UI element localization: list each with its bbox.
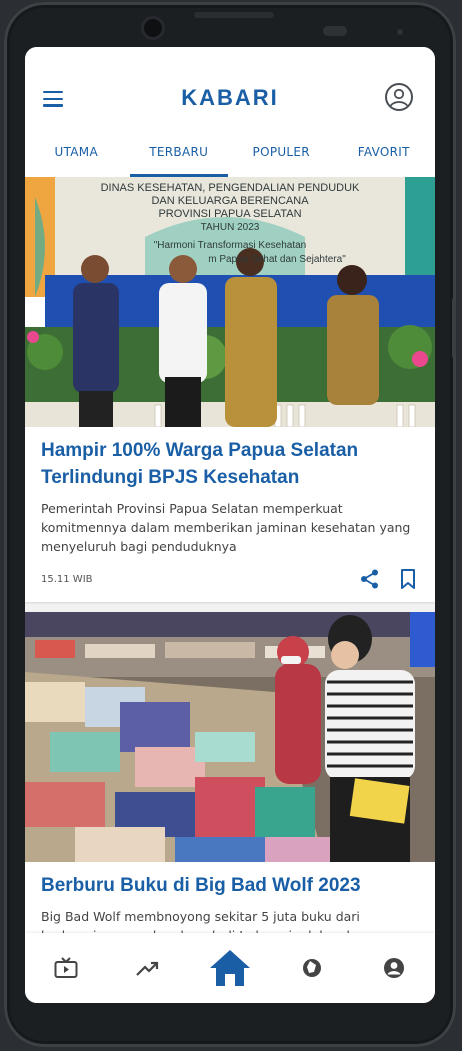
tab-terbaru[interactable]: TERBARU [128, 135, 231, 177]
nav-explore[interactable] [271, 957, 353, 979]
banner-line-3: PROVINSI PAPUA SELATAN [158, 208, 301, 220]
banner-line-1: DINAS KESEHATAN, PENGENDALIAN PENDUDUK [101, 182, 360, 194]
top-bar: KABARI UTAMA TERBARU POPULER FAVORIT [25, 47, 435, 177]
banner-line-4: TAHUN 2023 [201, 222, 260, 233]
bookmark-icon[interactable] [397, 568, 419, 590]
article-title[interactable]: Berburu Buku di Big Bad Wolf 2023 [25, 862, 435, 899]
side-button [452, 298, 456, 358]
banner-line-2: DAN KELUARGA BERENCANA [151, 195, 309, 207]
article-card[interactable]: DINAS KESEHATAN, PENGENDALIAN PENDUDUK D… [25, 177, 435, 602]
explore-icon [303, 959, 321, 977]
article-excerpt: Pemerintah Provinsi Papua Selatan memper… [41, 501, 411, 554]
sensor [397, 29, 403, 35]
user-icon[interactable] [385, 83, 413, 111]
notch [194, 12, 274, 18]
article-footer: 15.11 WIB [25, 556, 435, 602]
article-image[interactable] [25, 612, 435, 862]
app-screen: KABARI UTAMA TERBARU POPULER FAVORIT DIN… [25, 47, 435, 1003]
news-feed[interactable]: DINAS KESEHATAN, PENGENDALIAN PENDUDUK D… [25, 177, 435, 933]
tab-favorit[interactable]: FAVORIT [333, 135, 436, 177]
nav-trending[interactable] [107, 959, 189, 977]
trending-icon [136, 961, 159, 976]
article-excerpt: Big Bad Wolf membnoyong sekitar 5 juta b… [41, 909, 416, 933]
article-card[interactable]: Berburu Buku di Big Bad Wolf 2023 Big Ba… [25, 612, 435, 933]
nav-video[interactable] [25, 957, 107, 979]
share-icon[interactable] [359, 568, 381, 590]
app-logo: KABARI [181, 85, 279, 110]
tab-populer[interactable]: POPULER [230, 135, 333, 177]
banner-line-5: "Harmoni Transformasi Kesehatan [154, 240, 307, 251]
nav-profile[interactable] [353, 957, 435, 979]
tv-icon [54, 957, 78, 978]
banner-line-6: m Papua Sehat dan Sejahtera" [208, 254, 346, 265]
category-tabs: UTAMA TERBARU POPULER FAVORIT [25, 135, 435, 177]
speaker [323, 26, 347, 36]
tab-utama[interactable]: UTAMA [25, 135, 128, 177]
bottom-navigation [25, 933, 435, 1003]
article-time: 15.11 WIB [41, 573, 93, 585]
article-title[interactable]: Hampir 100% Warga Papua Selatan Terlindu… [25, 427, 435, 491]
camera-icon [144, 19, 162, 37]
home-icon [210, 950, 250, 986]
nav-home[interactable] [189, 948, 271, 988]
article-image[interactable]: DINAS KESEHATAN, PENGENDALIAN PENDUDUK D… [25, 177, 435, 427]
profile-icon [384, 958, 404, 978]
